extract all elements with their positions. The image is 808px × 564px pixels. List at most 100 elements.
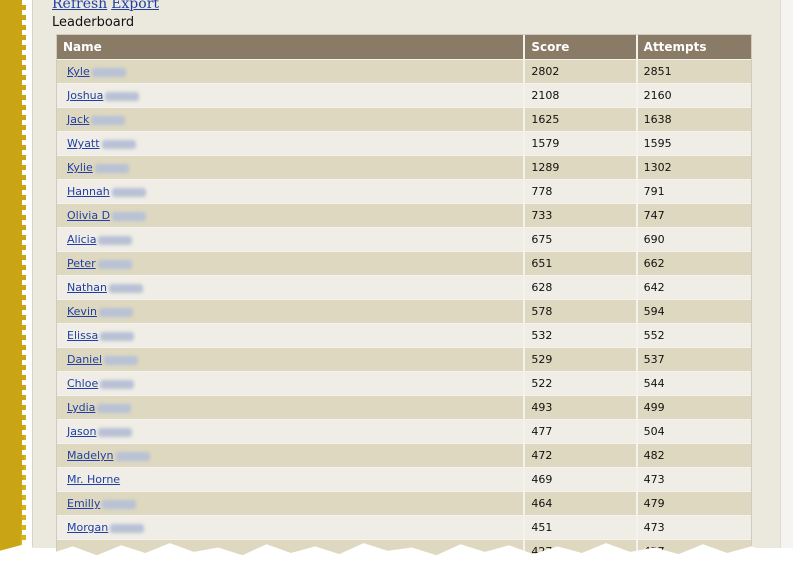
student-name-link[interactable]: Olivia D bbox=[63, 209, 110, 222]
cell-name: Daniel bbox=[57, 347, 526, 372]
cell-score: 493 bbox=[524, 395, 638, 420]
redacted-surname bbox=[102, 499, 137, 509]
redacted-surname bbox=[98, 427, 133, 437]
table-row: Lydia 493 499 bbox=[57, 395, 751, 420]
student-name-link[interactable]: Nathan bbox=[63, 281, 107, 294]
cell-attempts: 662 bbox=[636, 251, 751, 276]
student-name-link[interactable]: Hannah bbox=[63, 185, 110, 198]
student-name-link[interactable]: Kyle bbox=[63, 65, 90, 78]
redacted-surname bbox=[111, 187, 146, 197]
cell-name: Lydia bbox=[57, 395, 526, 420]
student-name-link[interactable]: Morgan bbox=[63, 521, 108, 534]
student-name-link[interactable]: Emilly bbox=[63, 497, 100, 510]
cell-name: Kyle bbox=[57, 59, 526, 84]
redacted-surname bbox=[98, 235, 133, 245]
student-name-link[interactable]: Kylie bbox=[63, 161, 93, 174]
cell-name: Olivia D bbox=[57, 203, 526, 228]
column-header-name[interactable]: Name bbox=[57, 35, 526, 60]
cell-attempts: 791 bbox=[636, 179, 751, 204]
cell-score: 469 bbox=[524, 467, 638, 492]
cell-name: Joshua bbox=[57, 83, 526, 108]
table-row: Joshua 2108 2160 bbox=[57, 83, 751, 108]
cell-attempts: 537 bbox=[636, 347, 751, 372]
cell-score: 651 bbox=[524, 251, 638, 276]
cell-name: Jack bbox=[57, 107, 526, 132]
student-name-link[interactable]: Wyatt bbox=[63, 137, 100, 150]
cell-score: 675 bbox=[524, 227, 638, 252]
table-header-row: Name Score Attempts bbox=[57, 35, 751, 60]
redacted-surname bbox=[101, 139, 136, 149]
cell-attempts: 1638 bbox=[636, 107, 751, 132]
cell-score: 472 bbox=[524, 443, 638, 468]
cell-score: 733 bbox=[524, 203, 638, 228]
table-row: Morgan 451 473 bbox=[57, 515, 751, 540]
redacted-surname bbox=[91, 115, 126, 125]
redacted-surname bbox=[105, 91, 140, 101]
student-name-link[interactable]: Jack bbox=[63, 113, 89, 126]
student-name-link[interactable]: Peter bbox=[63, 257, 96, 270]
student-name-link[interactable]: Chloe bbox=[63, 377, 98, 390]
cell-score: 1289 bbox=[524, 155, 638, 180]
cell-attempts: 594 bbox=[636, 299, 751, 324]
export-link[interactable]: Export bbox=[111, 0, 159, 12]
cell-name: Nathan bbox=[57, 275, 526, 300]
student-name-link[interactable]: Lydia bbox=[63, 401, 95, 414]
redacted-surname bbox=[91, 67, 126, 77]
page-title: Leaderboard bbox=[52, 15, 135, 30]
cell-attempts: 499 bbox=[636, 395, 751, 420]
cell-attempts: 642 bbox=[636, 275, 751, 300]
cell-score: 778 bbox=[524, 179, 638, 204]
cell-attempts: 544 bbox=[636, 371, 751, 396]
cell-score: 477 bbox=[524, 419, 638, 444]
cell-score: 1579 bbox=[524, 131, 638, 156]
table-row: Daniel 529 537 bbox=[57, 347, 751, 372]
redacted-surname bbox=[100, 331, 135, 341]
leaderboard-table: Name Score Attempts Kyle 2802 2851 Joshua 21… bbox=[56, 34, 752, 564]
cell-attempts: 473 bbox=[636, 467, 751, 492]
refresh-link[interactable]: Refresh bbox=[52, 0, 107, 12]
cell-attempts: 552 bbox=[636, 323, 751, 348]
student-name-link[interactable]: Jason bbox=[63, 425, 96, 438]
cell-attempts: 1302 bbox=[636, 155, 751, 180]
student-name-link[interactable]: Madelyn bbox=[63, 449, 114, 462]
redacted-surname bbox=[108, 283, 143, 293]
cell-name: Kevin bbox=[57, 299, 526, 324]
redacted-surname bbox=[100, 379, 135, 389]
student-name-link[interactable]: Kevin bbox=[63, 305, 97, 318]
student-name-link[interactable]: Joshua bbox=[63, 89, 103, 102]
toolbar-links: Refresh Export bbox=[52, 0, 163, 12]
cell-attempts: 2160 bbox=[636, 83, 751, 108]
cell-attempts: 504 bbox=[636, 419, 751, 444]
cell-name: Jason bbox=[57, 419, 526, 444]
student-name-link[interactable]: Mr. Horne bbox=[63, 473, 120, 486]
cell-score: 522 bbox=[524, 371, 638, 396]
cell-score: 578 bbox=[524, 299, 638, 324]
cell-score: 464 bbox=[524, 491, 638, 516]
cell-score: 451 bbox=[524, 515, 638, 540]
redacted-surname bbox=[98, 307, 133, 317]
cell-name: Alicia bbox=[57, 227, 526, 252]
cell-name: Chloe bbox=[57, 371, 526, 396]
cell-name: Kylie bbox=[57, 155, 526, 180]
table-row: Wyatt 1579 1595 bbox=[57, 131, 751, 156]
cell-score: 529 bbox=[524, 347, 638, 372]
column-header-attempts[interactable]: Attempts bbox=[636, 35, 751, 60]
cell-attempts: 479 bbox=[636, 491, 751, 516]
student-name-link[interactable]: Alicia bbox=[63, 233, 96, 246]
cell-score: 532 bbox=[524, 323, 638, 348]
table-row: Chloe 522 544 bbox=[57, 371, 751, 396]
cell-name: Peter bbox=[57, 251, 526, 276]
scrollbar[interactable] bbox=[780, 0, 793, 548]
table-row: Kevin 578 594 bbox=[57, 299, 751, 324]
column-header-score[interactable]: Score bbox=[524, 35, 638, 60]
redacted-surname bbox=[94, 163, 129, 173]
cell-attempts: 690 bbox=[636, 227, 751, 252]
redacted-surname bbox=[112, 211, 147, 221]
student-name-link[interactable]: Elissa bbox=[63, 329, 98, 342]
cell-attempts: 2851 bbox=[636, 59, 751, 84]
table-row: Emilly 464 479 bbox=[57, 491, 751, 516]
cell-score: 1625 bbox=[524, 107, 638, 132]
redacted-surname bbox=[104, 355, 139, 365]
table-row: Olivia D 733 747 bbox=[57, 203, 751, 228]
student-name-link[interactable]: Daniel bbox=[63, 353, 102, 366]
